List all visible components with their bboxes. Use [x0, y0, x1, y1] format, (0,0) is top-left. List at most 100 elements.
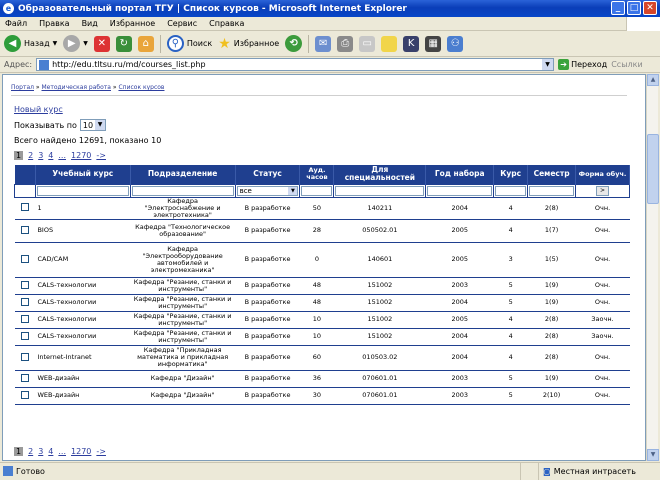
page-link[interactable]: 4	[48, 447, 53, 456]
history-icon[interactable]: ⟲	[285, 35, 303, 52]
page-link[interactable]: ...	[58, 151, 66, 160]
page-next[interactable]: ->	[96, 447, 106, 456]
table-row[interactable]: CALS-технологии Кафедра "Резание, станки …	[14, 311, 630, 329]
breadcrumb-portal[interactable]: Портал	[11, 84, 34, 91]
new-course-link[interactable]: Новый курс	[14, 105, 63, 114]
cell-status: В разработке	[235, 387, 300, 405]
discuss-icon[interactable]	[381, 35, 398, 52]
favorites-button[interactable]: ★ Избранное	[218, 36, 279, 52]
table-row[interactable]: 1 Кафедра "Электроснабжение и электротехн…	[14, 197, 630, 220]
row-select-checkbox[interactable]	[20, 203, 29, 211]
filter-kurs-input[interactable]	[495, 185, 527, 196]
header-hours[interactable]: Ауд. часов	[299, 165, 335, 184]
minimize-button[interactable]: _	[611, 1, 625, 15]
filter-status-select[interactable]: все ▼	[236, 185, 299, 196]
forward-button[interactable]: ▶ ▼	[63, 35, 88, 52]
cell-course: BIOS	[35, 219, 131, 243]
research-icon[interactable]: K	[403, 35, 420, 52]
page-link[interactable]: ...	[58, 447, 66, 456]
chevron-down-icon[interactable]: ▼	[542, 59, 554, 70]
filter-cell	[34, 183, 131, 198]
header-kurs[interactable]: Курс	[493, 165, 529, 184]
close-button[interactable]: ✕	[643, 1, 657, 15]
page-link[interactable]: 1270	[71, 447, 91, 456]
page-link[interactable]: 2	[28, 447, 33, 456]
table-row[interactable]: CALS-технологии Кафедра "Резание, станки …	[14, 277, 630, 295]
scroll-up-icon[interactable]: ▲	[647, 74, 659, 86]
row-select-checkbox[interactable]	[20, 254, 29, 263]
header-form[interactable]: Форма обуч.	[575, 165, 630, 184]
home-icon[interactable]: ⌂	[137, 35, 154, 52]
scroll-down-icon[interactable]: ▼	[647, 449, 659, 461]
filter-year-input[interactable]	[427, 185, 493, 196]
menu-tools[interactable]: Сервис	[167, 19, 197, 28]
cell-semester: 1(7)	[527, 219, 576, 243]
row-select-checkbox[interactable]	[20, 297, 29, 306]
table-row[interactable]: WEB-дизайн Кафедра "Дизайн" В разработке 30…	[14, 387, 630, 405]
menu-favorites[interactable]: Избранное	[110, 19, 155, 28]
address-input[interactable]: http://edu.tltsu.ru/md/courses_list.php …	[36, 58, 555, 71]
table-row[interactable]: WEB-дизайн Кафедра "Дизайн" В разработке 36…	[14, 370, 630, 388]
header-course[interactable]: Учебный курс	[35, 165, 131, 184]
breadcrumb-courses[interactable]: Список курсов	[118, 84, 164, 91]
mail-icon[interactable]: ✉	[315, 35, 332, 52]
page-link[interactable]: 3	[38, 151, 43, 160]
header-semester[interactable]: Семестр	[527, 165, 577, 184]
cell-kurs: 3	[493, 242, 528, 278]
links-label[interactable]: Ссылки	[611, 60, 642, 69]
table-row[interactable]: CALS-технологии Кафедра "Резание, станки …	[14, 294, 630, 312]
page-link[interactable]: 2	[28, 151, 33, 160]
row-select-checkbox[interactable]	[20, 331, 29, 340]
filter-semester-input[interactable]	[529, 185, 575, 196]
search-button[interactable]: ⚲ Поиск	[166, 35, 212, 52]
scroll-thumb[interactable]	[647, 134, 659, 204]
intranet-icon: ◙	[543, 466, 551, 476]
go-button[interactable]: ➔ Переход	[558, 59, 607, 70]
page-link[interactable]: 4	[48, 151, 53, 160]
page-next[interactable]: ->	[96, 151, 106, 160]
cell-hours: 48	[299, 277, 334, 295]
menu-file[interactable]: Файл	[5, 19, 27, 28]
row-select-checkbox[interactable]	[20, 390, 29, 399]
back-button[interactable]: ◀ Назад ▼	[4, 35, 57, 52]
header-status[interactable]: Статус	[235, 165, 301, 184]
cell-course: CALS-технологии	[35, 328, 131, 346]
header-year[interactable]: Год набора	[425, 165, 495, 184]
row-select-checkbox[interactable]	[20, 225, 29, 234]
table-row[interactable]: Internet-Intranet Кафедра "Прикладная мат…	[14, 345, 630, 371]
vertical-scrollbar[interactable]: ▲ ▼	[646, 74, 659, 461]
messenger-icon[interactable]: ▦	[425, 35, 442, 52]
stop-icon[interactable]: ✕	[93, 35, 110, 52]
menu-edit[interactable]: Правка	[39, 19, 69, 28]
edit-icon[interactable]: ▭	[359, 35, 376, 52]
print-icon[interactable]: ⎙	[337, 35, 354, 52]
menu-help[interactable]: Справка	[209, 19, 244, 28]
row-select-checkbox[interactable]	[20, 373, 29, 382]
filter-cell	[129, 183, 236, 198]
refresh-icon[interactable]: ↻	[115, 35, 132, 52]
menu-view[interactable]: Вид	[82, 19, 98, 28]
filter-cell: все ▼	[234, 183, 301, 198]
header-department[interactable]: Подразделение	[130, 165, 236, 184]
filter-department-input[interactable]	[131, 185, 234, 196]
table-row[interactable]: CALS-технологии Кафедра "Резание, станки …	[14, 328, 630, 346]
cell-specialty: 151002	[333, 294, 426, 312]
table-row[interactable]: BIOS Кафедра "Технологическое образование…	[14, 219, 630, 243]
users-icon[interactable]: ⚇	[447, 35, 464, 52]
row-select-checkbox[interactable]	[20, 352, 29, 361]
filter-specialty-input[interactable]	[335, 185, 425, 196]
cell-status: В разработке	[235, 277, 300, 295]
page-size-select[interactable]: 10 ▼	[79, 119, 107, 131]
maximize-button[interactable]: □	[627, 1, 641, 15]
table-row[interactable]: CAD/CAM Кафедра "Электрооборудование авто…	[14, 242, 630, 278]
breadcrumb-methodical[interactable]: Методическая работа	[42, 84, 111, 91]
filter-hours-input[interactable]	[301, 185, 333, 196]
row-select-checkbox[interactable]	[20, 314, 29, 323]
filter-apply-button[interactable]: >	[596, 185, 610, 196]
table-body: 1 Кафедра "Электроснабжение и электротехн…	[14, 197, 630, 405]
page-link[interactable]: 3	[38, 447, 43, 456]
filter-course-input[interactable]	[36, 185, 129, 196]
row-select-checkbox[interactable]	[20, 280, 29, 289]
page-link[interactable]: 1270	[71, 151, 91, 160]
header-specialties[interactable]: Для специальностей	[333, 165, 427, 184]
